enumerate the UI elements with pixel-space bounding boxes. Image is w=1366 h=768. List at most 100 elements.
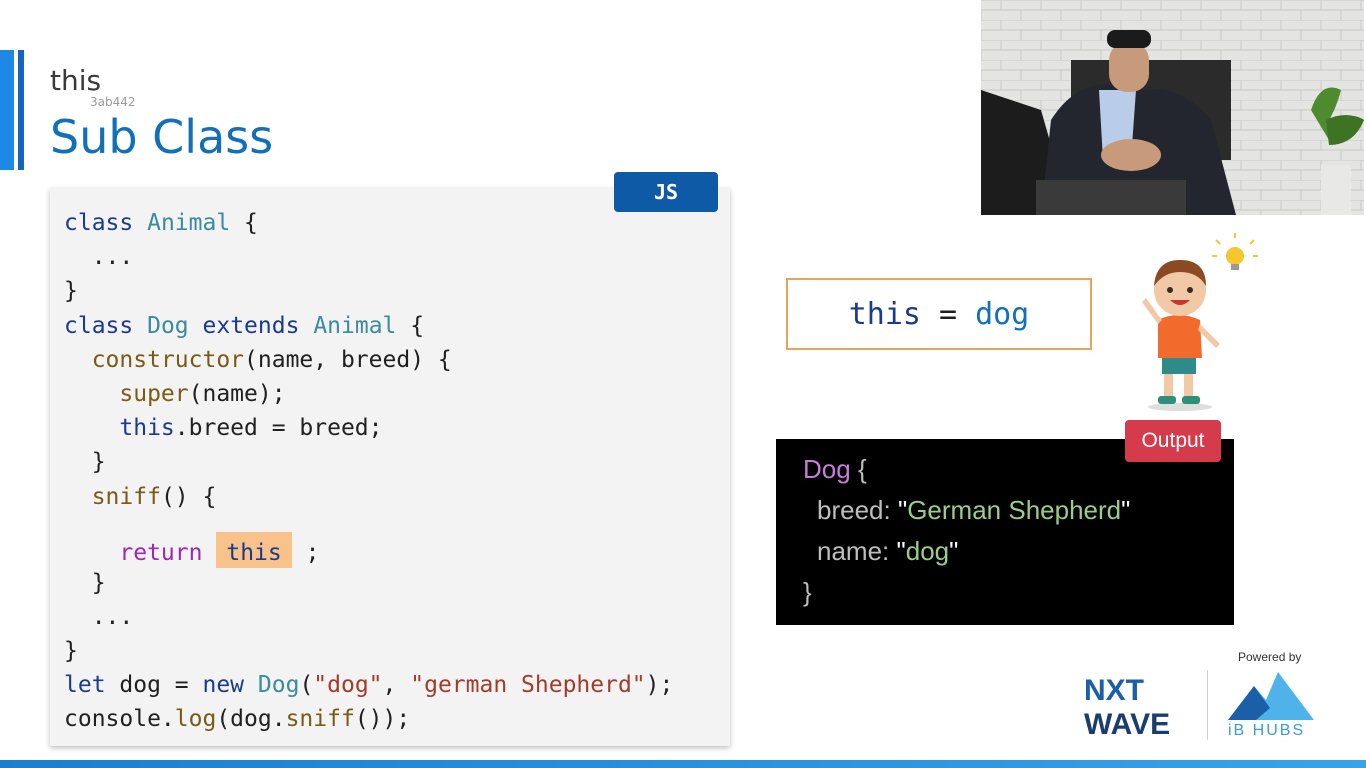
code-token: } (64, 278, 78, 305)
lecture-slide: this 3ab442 Sub Class JS class Animal { … (0, 0, 1366, 768)
output-quote: " (896, 536, 906, 566)
presenter-video (981, 0, 1364, 215)
code-token: this (119, 415, 175, 442)
code-token: constructor (91, 346, 245, 373)
topic-label: this (50, 64, 102, 97)
highlighted-this: this (216, 531, 292, 568)
output-badge: Output (1125, 420, 1221, 462)
code-token: (name); (188, 380, 286, 407)
code-line: ... (64, 240, 673, 274)
code-token: super (119, 380, 189, 407)
code-line: sniff() { (64, 480, 673, 514)
code-token: class (64, 210, 134, 236)
nxtwave-logo-line2: WAVE (1084, 708, 1170, 738)
code-line: class Animal { (64, 206, 673, 240)
slide-title: Sub Class (50, 110, 274, 164)
output-quote: " (897, 495, 908, 525)
code-token: Animal (147, 210, 231, 236)
code-line: } (64, 445, 673, 479)
code-token: Animal (313, 312, 397, 339)
code-line: let dog = new Dog("dog", "german Shepher… (64, 668, 673, 702)
code-token: } (64, 449, 106, 476)
code-line: } (64, 634, 673, 668)
code-token: ... (64, 603, 134, 630)
code-token: (name, breed) { (244, 346, 452, 373)
code-line: console.log(dog.sniff()); (64, 702, 673, 736)
code-token: new (202, 672, 245, 699)
code-token: Dog (147, 312, 189, 339)
output-field-value: dog (905, 536, 950, 566)
equals-sign: = (939, 296, 958, 332)
this-keyword: this (848, 296, 921, 332)
code-token: extends (202, 312, 300, 339)
code-line: return this ; (64, 514, 673, 568)
output-field-breed: breed: "German Shepherd" (817, 495, 1130, 526)
output-field-key: name: (817, 536, 890, 566)
output-close-brace: } (803, 577, 812, 607)
output-field-value: German Shepherd (907, 495, 1122, 525)
code-token: class (64, 312, 134, 339)
code-token: ( (299, 672, 314, 699)
code-token: } (64, 638, 78, 665)
code-token: ... (64, 244, 134, 271)
code-id: 3ab442 (90, 95, 136, 109)
code-token: () { (160, 483, 217, 510)
output-open-brace: { (857, 454, 867, 484)
nxtwave-logo-line1: NXT (1084, 674, 1144, 707)
accent-bar-inner (18, 50, 24, 170)
code-line: this.breed = breed; (64, 411, 673, 445)
code-token: sniff (91, 483, 161, 510)
code-token: } (64, 569, 106, 596)
lightbulb-icon (1212, 233, 1258, 270)
code-token: log (174, 706, 217, 733)
kid-illustration (1142, 233, 1258, 411)
code-token: { (396, 312, 425, 339)
accent-bar (0, 50, 14, 170)
this-equals-box: this = dog (786, 278, 1092, 350)
logo-divider (1207, 670, 1208, 740)
output-field-key: breed: (817, 495, 891, 525)
code-token: let (64, 672, 106, 699)
code-line: } (64, 566, 673, 600)
output-quote: " (1121, 495, 1131, 525)
code-token: sniff (285, 706, 355, 733)
powered-by-label: Powered by (1238, 650, 1302, 664)
this-value: dog (975, 296, 1030, 332)
code-block: class Animal { ...} class Dog extends Ani… (64, 206, 673, 737)
ibhubs-wordmark: iB HUBS (1228, 722, 1306, 739)
code-line: class Dog extends Animal { (64, 309, 673, 343)
code-token: , (382, 672, 411, 699)
output-quote: " (949, 536, 959, 566)
code-token: return (119, 539, 203, 566)
code-token: dog = (105, 672, 203, 699)
output-field-name: name: "dog" (817, 536, 958, 567)
code-line: ... (64, 600, 673, 634)
code-token: ); (645, 672, 674, 699)
code-line: super(name); (64, 377, 673, 411)
bottom-bar (0, 760, 1366, 768)
code-token: ()); (354, 706, 411, 733)
code-line: } (64, 274, 673, 308)
output-class-name: Dog (803, 454, 851, 484)
code-line: constructor(name, breed) { (64, 343, 673, 377)
nxtwave-logo: NXT WAVE (1084, 674, 1170, 738)
code-token: ; (291, 539, 320, 566)
code-token: console. (64, 706, 175, 733)
code-token: .breed = breed; (174, 415, 383, 442)
output-line-class: Dog { (803, 454, 867, 485)
code-token: "german Shepherd" (410, 672, 646, 699)
code-token: { (230, 210, 258, 236)
code-token: (dog. (216, 706, 286, 733)
code-token: "dog" (313, 672, 383, 699)
presenter-image (981, 0, 1364, 215)
